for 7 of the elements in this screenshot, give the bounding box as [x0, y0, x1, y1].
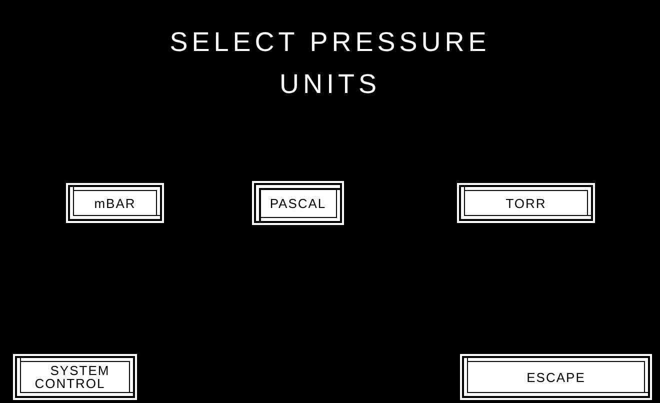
unit-button[interactable]: PASCAL — [252, 181, 344, 225]
screen-title: UNITS — [280, 68, 380, 100]
escape-button[interactable]: ESCAPE — [460, 354, 652, 400]
unit-button[interactable]: mBAR — [66, 183, 164, 223]
system-control-button[interactable]: SYSTEM CONTROL — [13, 354, 137, 400]
screen-title: SELECT PRESSURE — [170, 26, 490, 58]
unit-button[interactable]: TORR — [457, 183, 595, 223]
